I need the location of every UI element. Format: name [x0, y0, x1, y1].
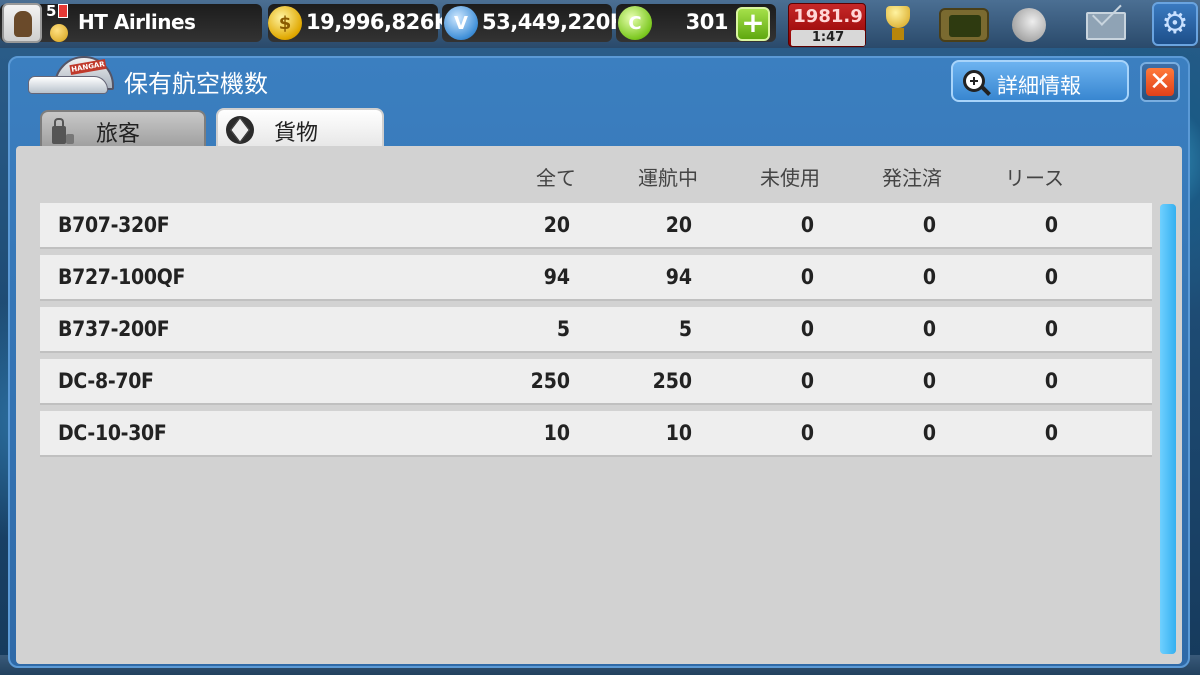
- hangar-icon: HANGAR: [24, 54, 124, 106]
- mail-button[interactable]: [1082, 0, 1130, 44]
- mail-icon: [1086, 0, 1126, 40]
- column-header-lease: リース: [1005, 166, 1064, 190]
- cell-all: 10: [543, 421, 570, 445]
- mail-flap: [1092, 0, 1122, 26]
- add-currency-button[interactable]: +: [736, 7, 770, 41]
- aircraft-name: B707-320F: [58, 213, 170, 237]
- gold-amount: 19,996,826K: [306, 10, 450, 34]
- aircraft-name: DC-10-30F: [58, 421, 167, 445]
- luggage-handle: [54, 118, 64, 126]
- satellite-button[interactable]: [1008, 4, 1052, 44]
- tab-label: 旅客: [96, 122, 141, 147]
- cell-all: 94: [543, 265, 570, 289]
- trophy-base: [892, 28, 904, 40]
- cell-active: 20: [665, 213, 692, 237]
- trophy-icon: [886, 6, 910, 28]
- cargo-box-icon: [224, 114, 254, 144]
- flag-icon: [58, 4, 68, 18]
- aircraft-name: B737-200F: [58, 317, 170, 341]
- column-header-active: 運航中: [638, 166, 698, 190]
- cell-lease: 0: [1044, 213, 1058, 237]
- tv-icon: [939, 8, 989, 42]
- table-row[interactable]: B727-100QF 94 94 0 0 0: [40, 255, 1152, 301]
- cell-all: 5: [556, 317, 570, 341]
- luggage-body: [52, 126, 66, 144]
- cell-ordered: 0: [922, 265, 936, 289]
- zoom-handle: [981, 86, 991, 96]
- blue-coin-icon: V: [444, 6, 478, 40]
- blue-amount: 53,449,220K: [482, 10, 626, 34]
- scrollbar-thumb[interactable]: [1160, 204, 1176, 654]
- details-button[interactable]: 詳細情報: [951, 60, 1129, 102]
- close-button[interactable]: ✕: [1140, 62, 1180, 102]
- cell-lease: 0: [1044, 421, 1058, 445]
- column-header-ordered: 発注済: [882, 166, 942, 190]
- cell-active: 5: [678, 317, 692, 341]
- details-label: 詳細情報: [997, 74, 1081, 98]
- satellite-dish-icon: [1012, 8, 1046, 42]
- green-coin-icon: C: [618, 6, 652, 40]
- cell-ordered: 0: [922, 317, 936, 341]
- cell-unused: 0: [800, 421, 814, 445]
- time-row: 1:47: [791, 30, 865, 46]
- game-date[interactable]: 1981.9 1:47: [788, 3, 866, 47]
- luggage-wheel: [66, 134, 74, 144]
- cell-unused: 0: [800, 265, 814, 289]
- tv-button[interactable]: [935, 4, 991, 44]
- column-header-all: 全て: [536, 166, 576, 190]
- table-row[interactable]: B707-320F 20 20 0 0 0: [40, 203, 1152, 249]
- settings-button[interactable]: ⚙: [1152, 2, 1198, 46]
- gold-coin-icon: $: [268, 6, 302, 40]
- medal-icon: [50, 24, 68, 42]
- cell-lease: 0: [1044, 265, 1058, 289]
- fleet-panel: HANGAR 保有航空機数 詳細情報 ✕ 旅客 貨物 全て 運航中 未使用 発注…: [8, 56, 1190, 668]
- cell-active: 10: [665, 421, 692, 445]
- airplane-icon: [28, 76, 108, 94]
- airline-name[interactable]: HT Airlines: [78, 10, 196, 34]
- cell-ordered: 0: [922, 213, 936, 237]
- table-row[interactable]: DC-8-70F 250 250 0 0 0: [40, 359, 1152, 405]
- cell-all: 20: [543, 213, 570, 237]
- column-header-unused: 未使用: [760, 166, 820, 190]
- tab-label: 貨物: [274, 121, 319, 146]
- cell-unused: 0: [800, 213, 814, 237]
- game-year: 1981.9: [793, 6, 863, 27]
- luggage-icon: [48, 116, 76, 146]
- aircraft-name: B727-100QF: [58, 265, 186, 289]
- cell-active: 94: [665, 265, 692, 289]
- table-row[interactable]: DC-10-30F 10 10 0 0 0: [40, 411, 1152, 457]
- level-badge: 5: [46, 2, 72, 44]
- fleet-table: 全て 運航中 未使用 発注済 リース B707-320F 20 20 0 0 0…: [16, 146, 1182, 664]
- cell-unused: 0: [800, 317, 814, 341]
- cell-active: 250: [652, 369, 692, 393]
- close-icon: ✕: [1146, 68, 1174, 96]
- table-row[interactable]: B737-200F 5 5 0 0 0: [40, 307, 1152, 353]
- cell-ordered: 0: [922, 421, 936, 445]
- tab-cargo[interactable]: 貨物: [216, 108, 384, 148]
- green-amount: 301: [685, 10, 729, 34]
- game-time: 1:47: [811, 30, 845, 45]
- avatar-figure-icon: [14, 11, 32, 37]
- avatar[interactable]: [2, 3, 42, 43]
- cell-ordered: 0: [922, 369, 936, 393]
- panel-title: 保有航空機数: [124, 70, 268, 98]
- level-number: 5: [46, 2, 57, 20]
- tv-screen: [949, 15, 981, 37]
- cell-lease: 0: [1044, 369, 1058, 393]
- tab-passenger[interactable]: 旅客: [40, 110, 206, 148]
- cell-unused: 0: [800, 369, 814, 393]
- cell-all: 250: [530, 369, 570, 393]
- box-circle: [226, 116, 254, 144]
- trophy-button[interactable]: [876, 4, 920, 44]
- aircraft-name: DC-8-70F: [58, 369, 154, 393]
- box-inner: [230, 117, 250, 143]
- top-hud: 5 HT Airlines $ 19,996,826K V 53,449,220…: [0, 0, 1200, 48]
- cell-lease: 0: [1044, 317, 1058, 341]
